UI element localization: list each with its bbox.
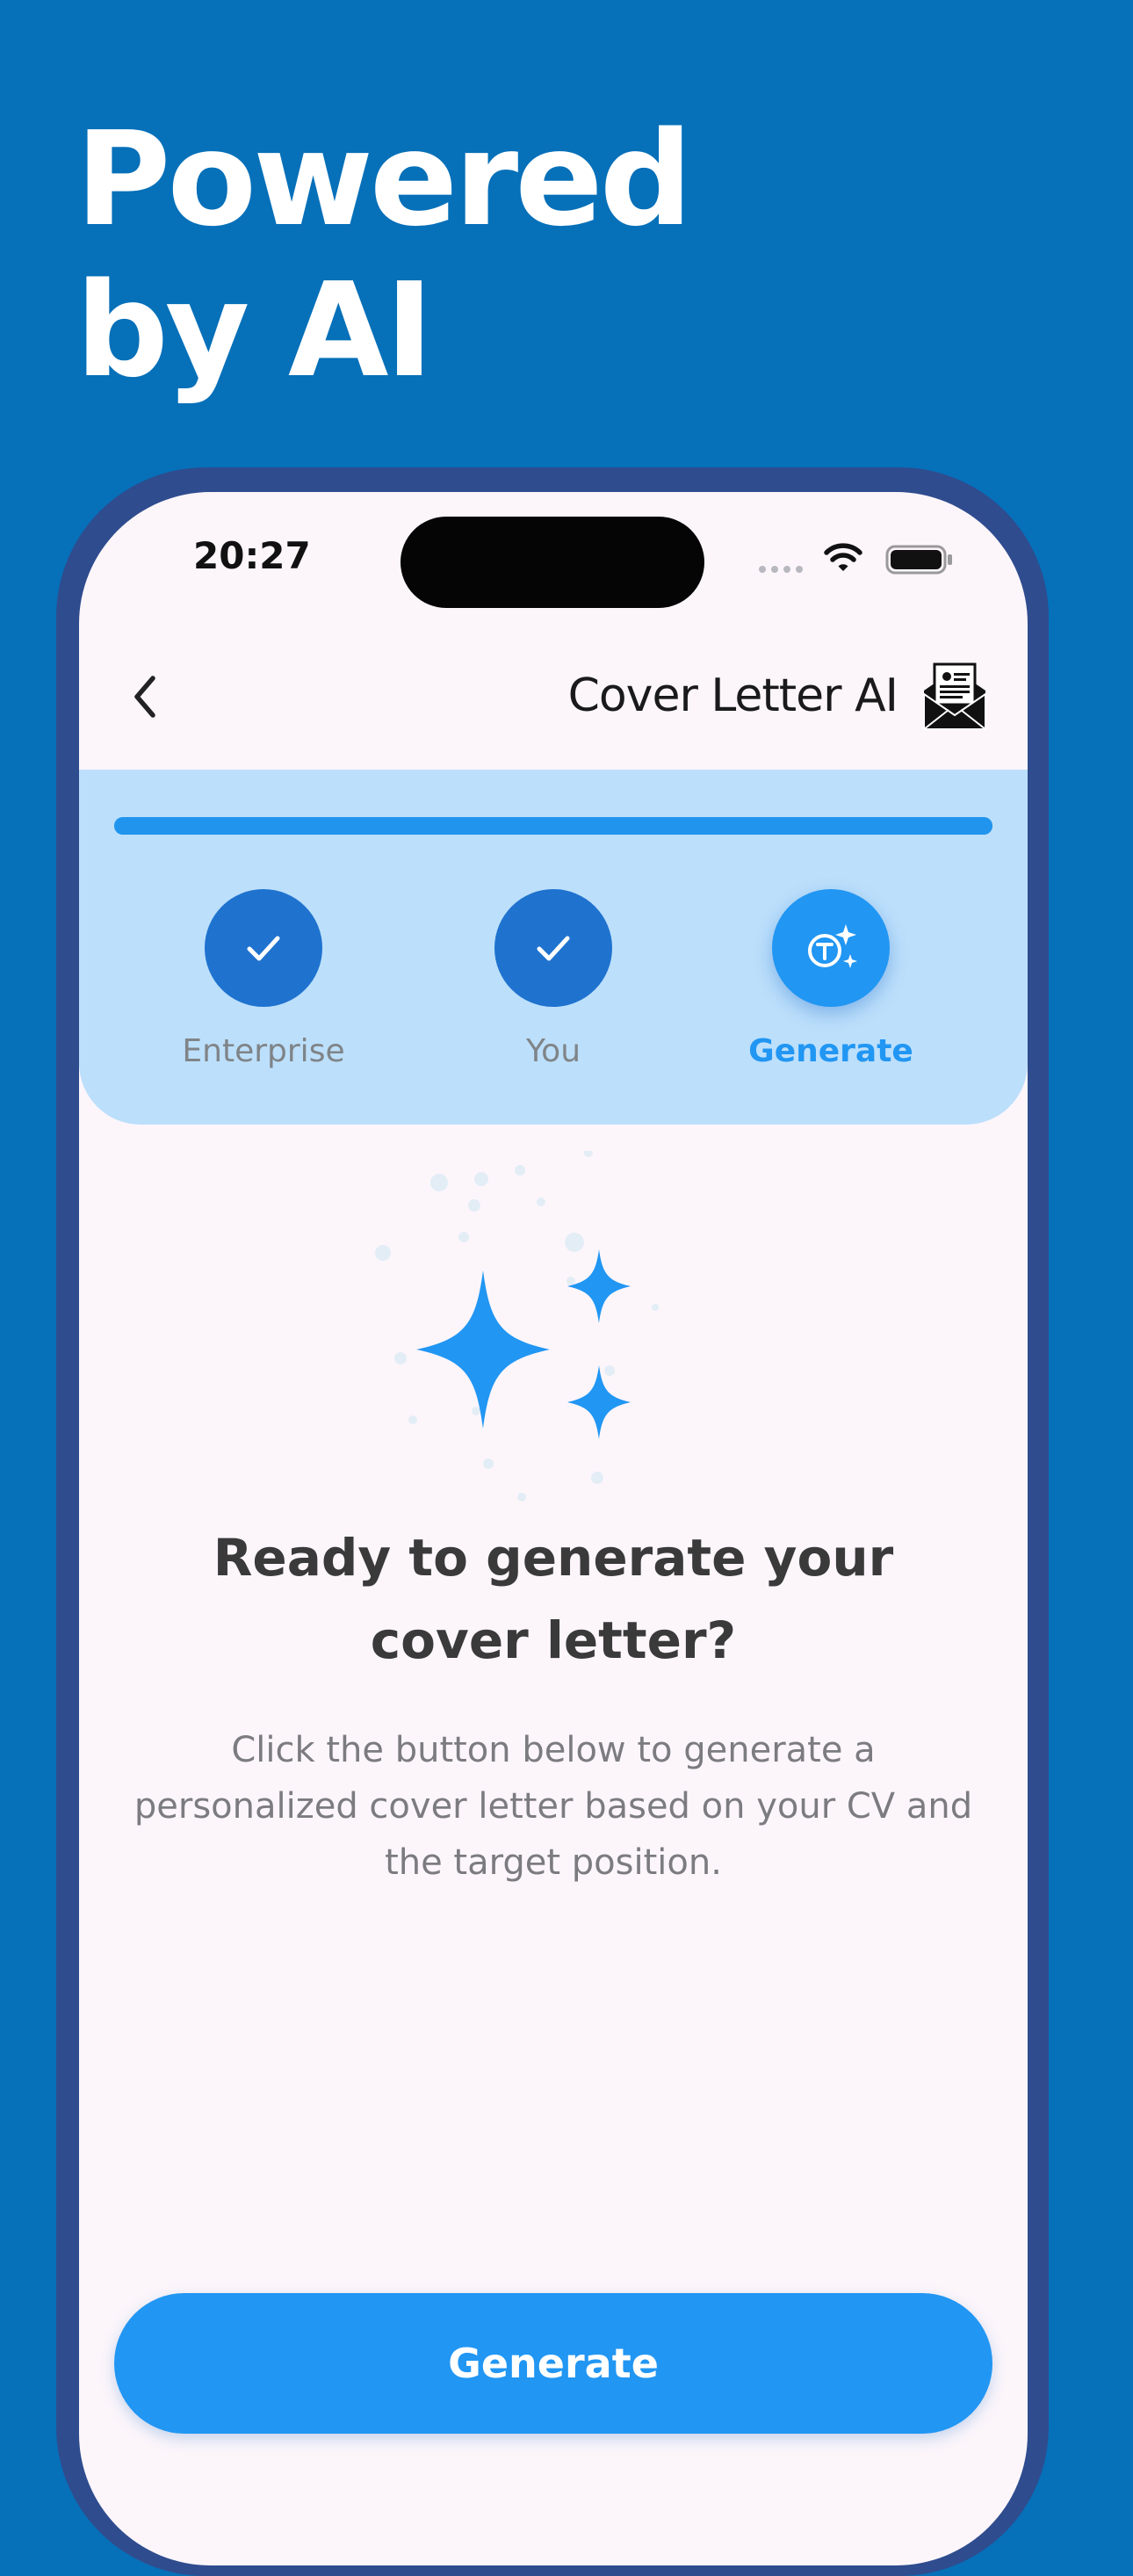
phone-screen: 20:27 Cover Letter AI Enterprise You Gen… [79,492,1028,2565]
step-generate-label: Generate [748,1033,913,1069]
step-enterprise-circle [205,889,322,1007]
ready-title: Ready to generate your cover letter? [213,1528,894,1670]
step-enterprise-label: Enterprise [182,1033,345,1069]
progress-bar [114,817,992,835]
check-icon [537,936,570,961]
status-time: 20:27 [193,534,311,577]
dynamic-island [401,517,704,608]
nav-bar: Cover Letter AI [79,624,1028,770]
promo-headline-line-1: Powered [76,104,693,255]
stepper-panel: Enterprise You Generate [79,770,1028,1125]
signal-dots-icon [759,566,803,573]
step-enterprise[interactable]: Enterprise [132,889,395,1069]
promo-headline: Powered by AI [76,104,693,406]
envelope-letter-logo [923,662,986,730]
chevron-left-icon[interactable] [119,666,172,727]
battery-icon [885,545,952,575]
step-generate[interactable]: Generate [699,889,963,1069]
nav-title: Cover Letter AI [567,669,898,722]
progress-bar-fill [114,817,992,835]
check-icon [247,936,280,961]
wifi-icon [824,543,862,571]
promo-headline-line-2: by AI [76,255,434,406]
status-bar: 20:27 [79,492,1028,624]
step-generate-circle [772,889,890,1007]
step-you-label: You [525,1033,581,1069]
generate-button[interactable]: Generate [114,2293,992,2434]
step-you-circle [494,889,612,1007]
sparkles-icon [375,1151,659,1501]
ai-text-sparkle-icon [808,924,857,968]
step-you[interactable]: You [422,889,685,1069]
ready-description: Click the button below to generate a per… [134,1730,973,1883]
